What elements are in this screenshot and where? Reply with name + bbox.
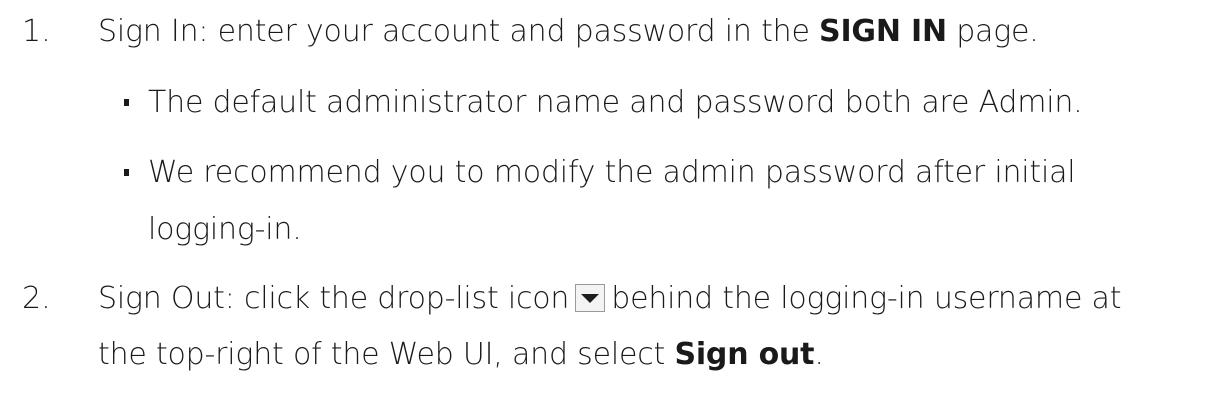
step-2-line-2-before: the top-right of the Web UI, and select (98, 337, 675, 372)
step-2-text-before: Sign Out: click the drop-list icon (98, 281, 570, 316)
sign-out-emphasis: Sign out (674, 337, 815, 372)
bullet-2-line-1: We recommend you to modify the admin pas… (148, 155, 1076, 190)
step-2-text-after: behind the logging-in username at (611, 281, 1122, 316)
drop-list-icon (575, 284, 606, 312)
step-1-text: Sign In: enter your account and password… (98, 14, 1039, 50)
step-2-line-1: Sign Out: click the drop-list icon behind… (98, 281, 1121, 317)
sign-in-emphasis: SIGN IN (819, 14, 947, 49)
step-1-text-after: page. (946, 14, 1039, 49)
step-1-text-before: Sign In: enter your account and password… (98, 14, 820, 49)
instruction-document: 1. Sign In: enter your account and passw… (0, 0, 1209, 417)
bullet-mark (124, 169, 129, 176)
chevron-down-icon (581, 294, 600, 303)
bullet-mark (124, 99, 129, 106)
step-2-line-2-after: . (814, 337, 824, 372)
bullet-2-line-2: logging-in. (148, 212, 302, 247)
step-number: 1. (22, 14, 51, 49)
step-2-line-2: the top-right of the Web UI, and select … (98, 337, 824, 373)
step-number: 2. (22, 281, 51, 316)
bullet-1-text: The default administrator name and passw… (148, 85, 1083, 120)
